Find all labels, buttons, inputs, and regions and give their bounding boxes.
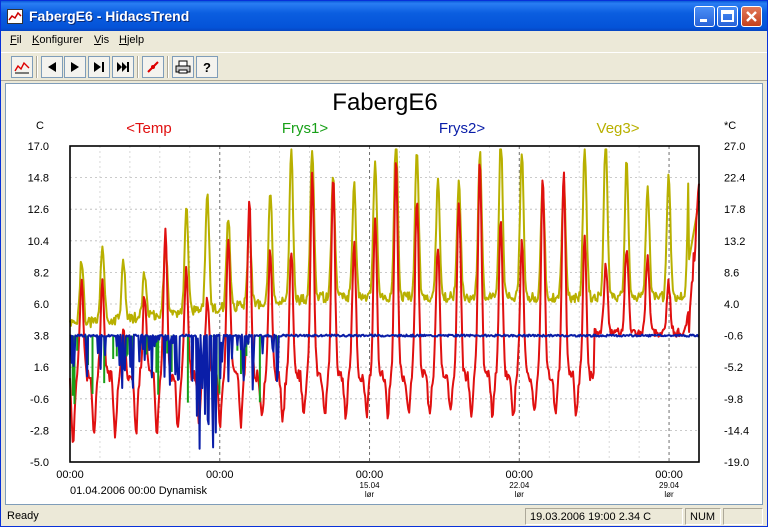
series-frys2-line [69,333,700,450]
left-tick-label: 6.0 [34,299,49,311]
right-tick-label: -5.2 [724,362,743,374]
last-icon [117,62,129,72]
marker-icon [147,61,159,73]
right-tick-label: 17.8 [724,204,745,216]
svg-text:?: ? [203,60,211,74]
x-tick-date: 15.04 [360,481,381,490]
first-button[interactable] [41,56,63,78]
left-tick-label: -5.0 [30,457,49,469]
chart-app-icon [7,9,23,24]
trend-chart[interactable]: FabergE6 C *C <Temp Frys1> Frys2> Veg3> … [6,84,763,505]
x-tick-date: 22.04 [509,481,530,490]
chart-icon [14,61,30,74]
print-button[interactable] [172,56,194,78]
chart-title: FabergE6 [332,89,437,116]
x-tick-time: 00:00 [655,469,683,481]
close-button[interactable] [741,6,762,27]
right-axis-unit: *C [724,120,736,132]
print-icon [175,60,191,74]
maximize-button[interactable] [717,6,738,27]
x-tick-time: 00:00 [206,469,234,481]
next-end-icon [94,62,104,72]
left-axis-unit: C [36,120,44,132]
toolbar: ? [1,52,767,81]
right-tick-label: -19.0 [724,457,749,469]
x-tick-day: lør [515,490,525,499]
menu-fil[interactable]: Fil [10,34,22,46]
toolbar-separator [137,56,139,78]
menu-konfigurer[interactable]: Konfigurer [32,34,83,46]
x-tick-date: 29.04 [659,481,680,490]
right-tick-label: 8.6 [724,267,739,279]
left-tick-label: 14.8 [28,173,49,185]
legend-veg3: Veg3> [597,120,640,137]
minimize-button[interactable] [694,6,715,27]
last-button[interactable] [112,56,134,78]
legend-frys1: Frys1> [282,120,329,137]
help-button[interactable]: ? [196,56,218,78]
next-end-button[interactable] [88,56,110,78]
play-button[interactable] [64,56,86,78]
left-tick-label: -0.6 [30,394,49,406]
title-bar[interactable]: FabergE6 - HidacsTrend [1,1,767,31]
left-tick-label: 8.2 [34,267,49,279]
x-tick-time: 00:00 [506,469,534,481]
toolbar-separator [36,56,38,78]
first-icon [48,62,56,72]
chart-footer: 01.04.2006 00:00 Dynamisk [70,485,207,497]
right-tick-label: -14.4 [724,425,749,437]
left-tick-label: 17.0 [28,141,49,153]
legend-temp: <Temp [126,120,171,137]
chart-button[interactable] [11,56,33,78]
menu-vis[interactable]: Vis [94,34,109,46]
status-num: NUM [685,508,721,525]
app-window: FabergE6 - HidacsTrend Fil Konfigurer Vi… [0,0,768,527]
legend-frys2: Frys2> [439,120,486,137]
status-bar: Ready 19.03.2006 19:00 2.34 C NUM [1,506,767,526]
x-tick-day: lør [365,490,375,499]
left-tick-label: -2.8 [30,425,49,437]
status-ready: Ready [7,510,39,522]
right-tick-label: 13.2 [724,236,745,248]
menu-bar: Fil Konfigurer Vis Hjelp [1,31,767,51]
close-icon [746,11,757,22]
toolbar-separator [167,56,169,78]
maximize-icon [721,10,734,22]
right-tick-label: 22.4 [724,173,745,185]
play-icon [71,62,79,72]
help-icon: ? [203,60,211,74]
menu-hjelp[interactable]: Hjelp [119,34,144,46]
x-tick-time: 00:00 [356,469,384,481]
left-tick-label: 12.6 [28,204,49,216]
chart-area[interactable]: FabergE6 C *C <Temp Frys1> Frys2> Veg3> … [5,83,763,505]
right-tick-label: 4.0 [724,299,739,311]
left-tick-label: 1.6 [34,362,49,374]
left-tick-label: 10.4 [28,236,49,248]
right-tick-label: -0.6 [724,331,743,343]
right-tick-label: -9.8 [724,394,743,406]
window-title: FabergE6 - HidacsTrend [29,8,190,24]
marker-button[interactable] [142,56,164,78]
x-tick-day: lør [664,490,674,499]
minimize-icon [700,19,707,22]
status-datetime-value: 19.03.2006 19:00 2.34 C [525,508,683,525]
right-tick-label: 27.0 [724,141,745,153]
x-tick-time: 00:00 [56,469,84,481]
left-tick-label: 3.8 [34,331,49,343]
status-extra [723,508,763,525]
